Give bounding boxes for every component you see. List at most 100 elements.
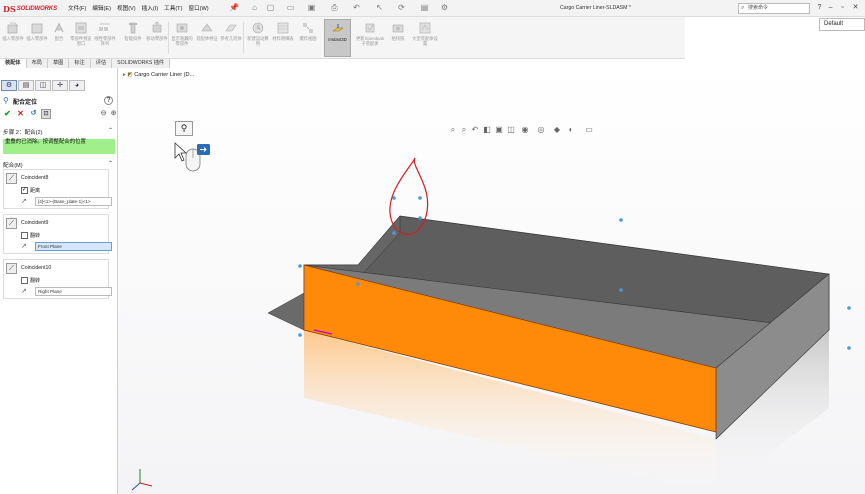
forward-icon[interactable]: ⊕ [109,109,118,118]
dimxpert-tab-icon[interactable]: ✛ [52,80,68,91]
page-title: 配合定位 [13,100,38,106]
file-properties-icon[interactable]: ▤ [420,3,429,12]
ribbon-insert-component[interactable]: 插入零部件 [2,19,24,57]
search-input[interactable]: ⌕ 搜索命令 [738,3,810,14]
home-icon[interactable]: ⌂ [250,3,259,12]
mate-entity-field[interactable]: Front Plane [35,242,112,251]
collapse-icon[interactable]: ⌃ [108,160,113,167]
mate-item-2[interactable]: ⟋ Coincident9 翻转 ↗ Front Plane [3,214,112,254]
mate-checkbox[interactable] [21,232,28,239]
close-icon[interactable]: ✕ [851,3,860,12]
linear-pattern-icon [99,23,110,31]
ribbon-smart-fastener[interactable]: 智能扣件 [122,19,144,57]
tab-addins[interactable]: SOLIDWORKS 插件 [112,59,171,68]
rebuild-icon[interactable]: ⟳ [397,3,406,12]
mates-header: 配合(M) [3,163,23,169]
status-message: 重叠的已消除。按调整配合的位置 [3,139,115,154]
select-icon[interactable]: ↖ [375,3,384,12]
ribbon-snapshot[interactable]: 拍快照 [387,19,409,57]
options-icon[interactable]: ⚙ [440,3,449,12]
command-tabs: 装配体 布局 草图 标注 评估 SOLIDWORKS 插件 [0,59,300,68]
menu-edit[interactable]: 编辑(E) [92,4,111,12]
mate-item-3[interactable]: ⟋ Coincident10 翻转 ↗ Right Plane [3,259,112,299]
menu-file[interactable]: 文件(F) [68,4,86,12]
open-icon[interactable]: ▭ [286,3,295,12]
mate-checkbox-label: 翻转 [30,278,41,284]
graphics-area[interactable]: ▸ ◩ Cargo Carrier Liner (D... ⌕ ⌕ ↶ ◧ ▣ … [118,68,865,494]
configuration-dropdown[interactable]: Default [819,18,865,31]
display-manager-tab-icon[interactable]: ◕ [69,80,85,91]
menu-window[interactable]: 窗口(W) [188,4,208,12]
restore-icon[interactable]: ▫ [838,3,847,12]
pin-icon[interactable]: 📌 [229,3,239,12]
mate-icon [54,22,64,33]
menu-insert[interactable]: 插入(I) [142,4,158,12]
tab-evaluate[interactable]: 评估 [90,59,113,68]
new-icon[interactable]: ▢ [266,3,275,12]
coincident-icon: ⟋ [6,218,17,229]
ribbon-motion-study[interactable]: 新建运动算例 [247,19,269,57]
ribbon-label: 拍快照 [391,36,405,41]
undo-icon[interactable]: ↶ [352,3,361,12]
ribbon-separator [243,22,244,54]
ribbon-large-assembly[interactable]: 大型装配体设置 [412,19,438,57]
ribbon-label: 线性零部件阵列 [94,36,116,46]
ribbon-label: 爆炸视图 [299,36,317,41]
mate-checkbox[interactable] [21,277,28,284]
tab-layout[interactable]: 布局 [26,59,48,68]
search-placeholder: 搜索命令 [748,5,769,11]
snapshot-icon [392,24,404,33]
property-manager-tab-icon[interactable]: ▤ [18,80,34,91]
ribbon-insert-component-2[interactable]: 插入零部件 [26,19,48,57]
ribbon-bom[interactable]: 材料明细表 [272,19,294,57]
configuration-manager-tab-icon[interactable]: ◫ [35,80,51,91]
ribbon-assembly-feature[interactable]: 装配体特征 [196,19,218,57]
ribbon-mate[interactable]: 配合 [48,19,70,57]
mate-checkbox[interactable]: ✓ [21,187,28,194]
ribbon-show-hidden[interactable]: 显示隐藏的零部件 [171,19,193,57]
ok-icon[interactable]: ✔ [3,109,12,118]
menu-view[interactable]: 视图(V) [117,4,136,12]
feature-manager-tab-icon[interactable]: ⚙ [1,80,17,91]
ribbon-exploded-view[interactable]: 爆炸视图 [297,19,319,57]
ribbon-label: 智能扣件 [124,36,142,41]
base-flange[interactable] [267,292,305,331]
reference-geometry-icon [225,24,237,32]
pushpin-icon[interactable]: ⊡ [41,109,51,119]
ribbon-speedpak[interactable]: 更新Speedpak子装配体 [356,19,384,57]
solidworks-logo[interactable]: DS SOLIDWORKS [3,3,57,14]
ribbon-preview-window[interactable]: 零部件预览窗口 [70,19,92,57]
undo-icon[interactable]: ↺ [29,109,38,118]
step-header: 步骤 2：配合(2) [3,130,43,136]
tab-assembly[interactable]: 装配体 [0,59,27,68]
arrow-icon: ↗ [21,243,27,250]
cursor-icon [174,142,188,162]
coordinate-triad [131,469,153,491]
collapse-icon[interactable]: ⌃ [108,127,113,134]
cancel-icon[interactable]: ✕ [16,109,25,118]
tab-sketch[interactable]: 草图 [47,59,70,68]
ribbon-linear-pattern[interactable]: 线性零部件阵列 [94,19,116,57]
mate-item-1[interactable]: ⟋ Coincident8 ✓ 距离 ↗ [4]<1>-(Base_plate-… [3,169,112,209]
arrow-icon: ↗ [21,198,27,205]
help-icon[interactable]: ? [815,3,824,12]
print-icon[interactable]: ⎙ [330,3,339,12]
mate-entity-field[interactable]: [4]<1>-(Base_plate-1)<1> [35,197,112,206]
quick-mate-tool-button[interactable]: ⚲ [175,121,193,136]
save-icon[interactable]: ▣ [307,3,316,12]
mate-entity-field[interactable]: Right Plane [35,287,112,296]
large-assembly-icon [419,22,431,34]
ribbon-instant3d[interactable]: Instant3D [324,19,351,57]
mate-checkbox-label: 距离 [30,188,41,194]
mate-name: Coincident10 [21,265,52,271]
coincident-icon: ⟋ [6,263,17,274]
back-icon[interactable]: ⊖ [99,109,108,118]
mouse-gesture-hint [174,142,210,172]
ribbon-label: 装配体特征 [196,36,218,41]
minimize-icon[interactable]: – [826,3,835,12]
menu-tools[interactable]: 工具(T) [164,4,182,12]
ribbon-reference-geometry[interactable]: 参考几何体 [220,19,242,57]
help-icon[interactable]: ? [104,96,113,105]
ribbon-move-component[interactable]: 移动零部件 [146,19,168,57]
tab-markup[interactable]: 标注 [69,59,91,68]
